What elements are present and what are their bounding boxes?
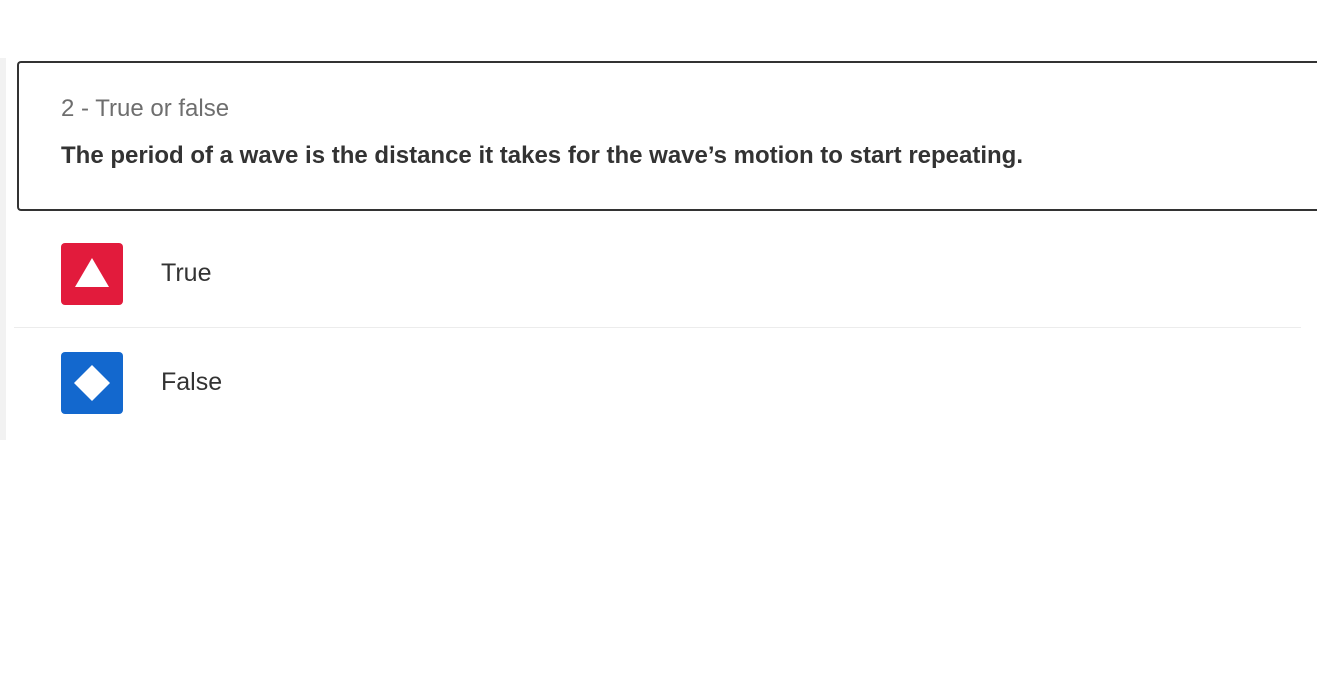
question-text: The period of a wave is the distance it …: [61, 142, 1024, 169]
answer-option-false[interactable]: False: [14, 328, 1301, 438]
question-label: 2 - True or false: [61, 95, 230, 122]
diamond-icon: [61, 352, 123, 414]
question-card: 2 - True or false The period of a wave i…: [17, 61, 1317, 211]
answer-label-true: True: [161, 259, 212, 287]
triangle-icon: [61, 243, 123, 305]
answer-label-false: False: [161, 368, 223, 396]
answer-option-true[interactable]: True: [14, 218, 1301, 328]
left-panel-edge: [0, 58, 6, 440]
answer-list: True False: [14, 218, 1301, 438]
